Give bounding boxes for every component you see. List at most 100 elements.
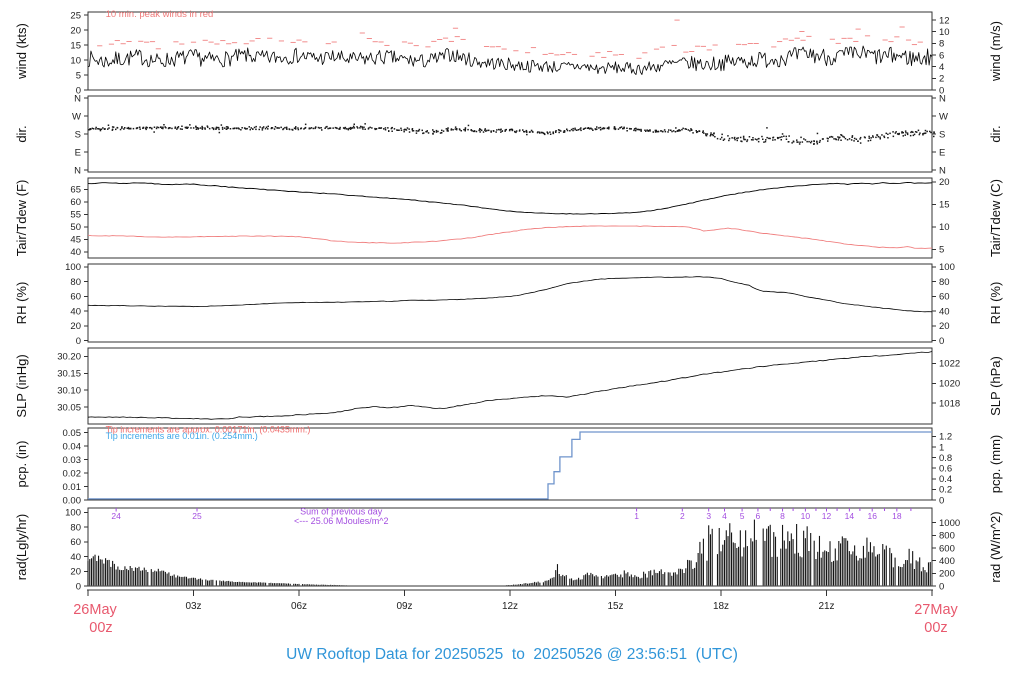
series-wind-direction — [88, 123, 935, 145]
radiation-sum-marker: 2 — [680, 511, 685, 521]
panel-rh: 0 20 40 60 80 100 0 20 40 60 80 100 RH (%) RH (%) — [14, 262, 1003, 347]
axis-label-right: wind (m/s) — [988, 21, 1003, 82]
y-tick-label: N — [939, 93, 946, 104]
y-tick-label: 10 — [70, 55, 81, 66]
y-tick-label: 60 — [70, 292, 81, 303]
axis-label-left: rad(Lgly/hr) — [14, 514, 29, 580]
axis-label-right: Tair/Tdew (C) — [988, 179, 1003, 257]
axis-label-right: pcp. (mm) — [988, 435, 1003, 494]
y-tick-label: 20 — [939, 321, 950, 332]
y-tick-label: 5 — [939, 245, 944, 256]
y-tick-label: 0.05 — [63, 428, 82, 439]
radiation-sum-marker: 4 — [722, 511, 727, 521]
radiation-sum-marker: 12 — [822, 511, 832, 521]
x-tick-label: 12z — [502, 601, 518, 612]
y-tick-label: N — [74, 93, 81, 104]
meteogram-page: 0 5 10 15 20 25 0 2 4 6 8 10 12 wind (kts) wind (m/s) 1… — [0, 0, 1024, 700]
series-sea-level-pressure — [87, 351, 933, 420]
start-date-label: 26May — [73, 602, 117, 618]
y-tick-label: E — [75, 147, 81, 158]
axis-label-left: dir. — [14, 125, 29, 142]
y-tick-label: 1020 — [939, 379, 960, 390]
y-tick-label: 80 — [70, 522, 81, 533]
y-tick-label: 15 — [939, 200, 950, 211]
y-tick-label: 0.2 — [939, 485, 952, 496]
panel-frame — [87, 263, 933, 343]
panel-frame — [87, 95, 933, 173]
series-dew-point-f — [87, 225, 933, 249]
y-tick-label: 100 — [65, 508, 81, 519]
y-tick-label: S — [939, 129, 945, 140]
y-tick-label: 0 — [939, 336, 944, 347]
y-tick-label: 65 — [70, 185, 81, 196]
y-tick-label: 45 — [70, 235, 81, 246]
radiation-sum-marker: 3 — [706, 511, 711, 521]
y-tick-label: 100 — [939, 262, 955, 273]
radiation-sum-marker: 18 — [892, 511, 902, 521]
y-tick-label: 30.20 — [57, 352, 81, 363]
x-tick-label: 03z — [185, 601, 201, 612]
panel-annotation: Tip increments are 0.01in. (0.254mm.) — [106, 431, 258, 441]
radiation-sum-marker: 5 — [740, 511, 745, 521]
x-tick-label: 09z — [396, 601, 412, 612]
y-tick-label: 200 — [939, 569, 955, 580]
y-tick-label: 600 — [939, 543, 955, 554]
y-tick-label: 60 — [939, 292, 950, 303]
panel-frame — [87, 347, 933, 425]
start-hour-label: 00z — [89, 620, 112, 636]
radiation-sum-marker: 6 — [756, 511, 761, 521]
panel-annotation: Sum of previous day — [300, 507, 383, 517]
axis-label-right: rad (W/m^2) — [988, 511, 1003, 582]
y-tick-label: 10 — [939, 27, 950, 38]
y-tick-label: 1.2 — [939, 432, 952, 443]
y-tick-label: 8 — [939, 39, 944, 50]
end-date-label: 27May — [914, 602, 958, 618]
y-tick-label: 0.02 — [63, 468, 82, 479]
panel-slp: 30.05 30.10 30.15 30.20 1018 1020 1022 SLP (inH… — [14, 347, 1003, 425]
panel-tair: 4045 5055 6065 5 10 15 20 Tair/Tdew (F) Tair/Tde… — [14, 177, 1003, 259]
y-tick-label: N — [939, 165, 946, 176]
y-tick-label: 400 — [939, 556, 955, 567]
y-tick-label: 15 — [70, 40, 81, 51]
y-tick-label: W — [72, 111, 81, 122]
x-tick-label: 15z — [607, 601, 623, 612]
y-tick-label: 0.4 — [939, 474, 952, 485]
y-tick-label: 60 — [70, 537, 81, 548]
y-tick-label: 30.10 — [57, 386, 81, 397]
y-tick-label: 100 — [65, 262, 81, 273]
x-tick-label: 18z — [713, 601, 729, 612]
axis-label-left: Tair/Tdew (F) — [14, 180, 29, 257]
y-tick-label: 0.01 — [63, 482, 82, 493]
y-tick-label: 80 — [939, 277, 950, 288]
y-tick-label: 1018 — [939, 399, 960, 410]
y-tick-label: 0.04 — [63, 441, 82, 452]
panel-wind: 0510152025024681012wind (kts) wind (m/s)1… — [14, 9, 1003, 97]
chart-title: UW Rooftop Data for 20250525 to 20250526… — [286, 646, 738, 663]
panel-rad: 02040608010002004006008001000rad(Lgly/hr… — [14, 507, 1003, 593]
y-tick-label: 20 — [70, 321, 81, 332]
series-solar-radiation — [87, 519, 931, 586]
x-axis: 03z 06z 09z 12z 15z 18z 21z 26May 00z 27May 00z — [73, 589, 959, 636]
y-tick-label: W — [939, 111, 948, 122]
y-tick-label: 40 — [70, 552, 81, 563]
y-tick-label: 0.6 — [939, 464, 952, 475]
y-tick-label: 60 — [70, 197, 81, 208]
y-tick-label: 0 — [939, 495, 944, 506]
y-tick-label: 40 — [70, 247, 81, 258]
y-tick-label: 1 — [939, 442, 944, 453]
y-tick-label: 25 — [70, 10, 81, 21]
x-tick-label: 06z — [291, 601, 307, 612]
y-tick-label: 4 — [939, 62, 944, 73]
axis-label-right: SLP (hPa) — [988, 356, 1003, 416]
y-tick-label: S — [75, 129, 81, 140]
axis-label-right: dir. — [988, 125, 1003, 142]
y-tick-label: 20 — [939, 177, 950, 188]
end-hour-label: 00z — [924, 620, 947, 636]
panel-annotation: <--- 25.06 MJoules/m^2 — [294, 516, 389, 526]
axis-label-left: wind (kts) — [14, 23, 29, 80]
y-tick-label: 0 — [76, 581, 81, 592]
series-wind-speed-kts — [87, 45, 933, 75]
y-tick-label: 50 — [70, 222, 81, 233]
y-tick-label: 12 — [939, 15, 950, 26]
axis-label-right: RH (%) — [988, 282, 1003, 325]
